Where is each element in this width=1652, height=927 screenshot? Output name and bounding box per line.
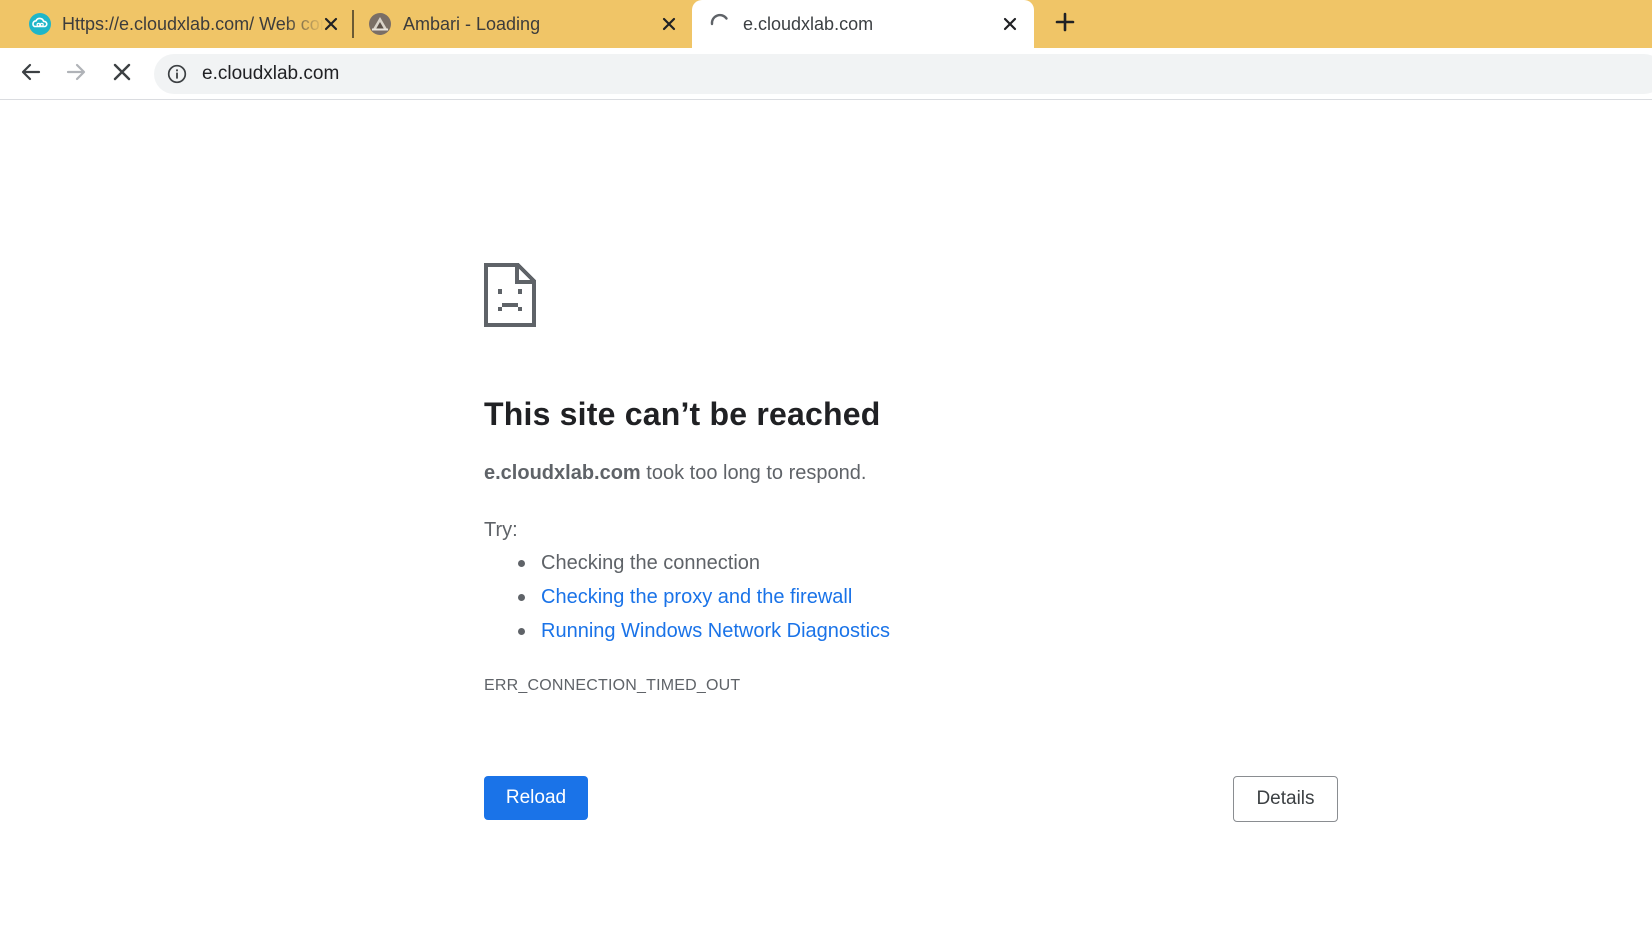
url-input[interactable] <box>202 63 1602 85</box>
stop-loading-button[interactable] <box>108 60 136 88</box>
browser-toolbar <box>0 48 1652 100</box>
list-item: Checking the proxy and the firewall <box>484 583 890 617</box>
loading-spinner-icon <box>708 11 732 35</box>
tab-title: Ambari - Loading <box>403 14 541 34</box>
details-button[interactable]: Details <box>1233 776 1338 822</box>
tab-ambari-loading[interactable]: Ambari - Loading <box>356 0 692 48</box>
tab-cloudxlab-console[interactable]: Https://e.cloudxlab.com/ Web console <box>10 0 352 48</box>
tab-ecloudxlab-active[interactable]: e.cloudxlab.com <box>692 0 1034 48</box>
forward-arrow-icon <box>65 61 87 88</box>
new-tab-button[interactable] <box>1052 11 1078 37</box>
stop-icon <box>112 62 132 87</box>
sad-document-icon <box>484 263 536 327</box>
cloudxlab-icon <box>28 12 52 36</box>
list-item: Checking the connection <box>484 549 890 583</box>
error-code: ERR_CONNECTION_TIMED_OUT <box>484 677 741 694</box>
info-icon[interactable] <box>167 64 187 84</box>
back-arrow-icon <box>20 61 42 88</box>
tab-divider <box>352 10 354 38</box>
tab-title: Https://e.cloudxlab.com/ Web console <box>62 14 324 34</box>
error-summary: e.cloudxlab.com took too long to respond… <box>484 460 866 486</box>
suggestion-check-proxy-firewall-link[interactable]: Checking the proxy and the firewall <box>541 586 852 608</box>
plus-icon <box>1055 12 1075 37</box>
suggestion-check-connection: Checking the connection <box>541 552 761 574</box>
tab-title: e.cloudxlab.com <box>743 14 874 34</box>
close-icon[interactable] <box>999 13 1021 35</box>
suggestion-list: Checking the connection Checking the pro… <box>484 549 890 651</box>
forward-button[interactable] <box>62 60 90 88</box>
try-label: Try: <box>484 519 518 541</box>
tab-strip: Https://e.cloudxlab.com/ Web console Amb… <box>0 0 1652 48</box>
address-bar[interactable] <box>154 54 1652 94</box>
close-icon[interactable] <box>658 13 680 35</box>
error-host: e.cloudxlab.com <box>484 462 641 484</box>
list-item: Running Windows Network Diagnostics <box>484 617 890 651</box>
back-button[interactable] <box>17 60 45 88</box>
suggestion-network-diagnostics-link[interactable]: Running Windows Network Diagnostics <box>541 620 890 642</box>
error-heading: This site can’t be reached <box>484 396 881 432</box>
error-page: This site can’t be reached e.cloudxlab.c… <box>0 101 1652 927</box>
ambari-icon <box>368 12 392 36</box>
error-summary-text: took too long to respond. <box>640 462 867 484</box>
close-icon[interactable] <box>320 13 342 35</box>
reload-button[interactable]: Reload <box>484 776 588 820</box>
